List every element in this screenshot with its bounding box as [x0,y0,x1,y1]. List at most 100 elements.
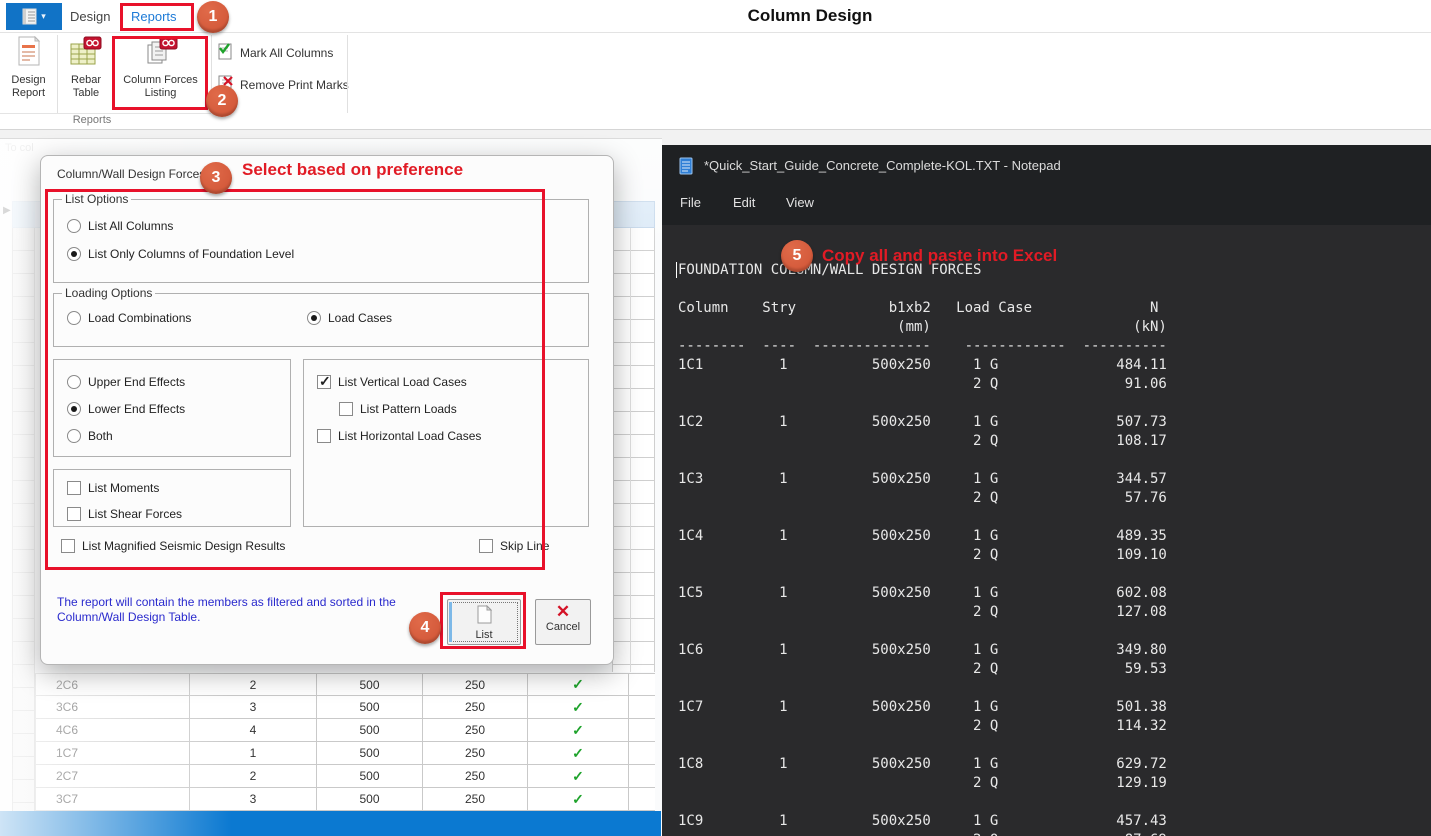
checkbox-list-magnified-seismic[interactable]: List Magnified Seismic Design Results [61,537,285,555]
cell-story: 1 [190,742,317,764]
table-row[interactable]: 3C6 3 500 250 ✓ [35,696,655,719]
notepad-titlebar[interactable]: *Quick_Start_Guide_Concrete_Complete-KOL… [662,145,1431,185]
rebar-table-icon [70,36,102,71]
menu-edit[interactable]: Edit [733,195,755,210]
menu-file[interactable]: File [680,195,701,210]
table-row[interactable]: 4C6 4 500 250 ✓ [35,719,655,742]
column-forces-listing-button[interactable]: Column Forces Listing [113,36,208,112]
design-report-button[interactable]: Design Report [2,36,55,112]
table-row[interactable]: 2C7 2 500 250 ✓ [35,765,655,788]
radio-load-cases[interactable]: Load Cases [307,309,392,327]
column-forces-listing-icon [144,36,178,71]
notepad-text-area[interactable]: FOUNDATION COLUMN/WALL DESIGN FORCESColu… [662,225,1431,836]
big-button-label: Column Forces Listing [113,74,208,100]
checkbox-icon [67,507,81,521]
cell-b1: 500 [317,742,423,764]
cell-story: 3 [190,696,317,718]
cell-status-check-icon: ✓ [528,788,629,810]
cell-status-check-icon: ✓ [528,742,629,764]
radio-both[interactable]: Both [67,427,113,445]
radio-load-combinations[interactable]: Load Combinations [67,309,191,327]
design-report-icon [16,36,42,71]
annotation-step-3: 3 [200,162,232,194]
mark-all-columns-button[interactable]: Mark All Columns [216,43,333,63]
screenshot-stage: ▾ Design Reports Column Design Design Re… [0,0,1431,836]
big-button-label: Rebar Table [61,74,111,100]
checkbox-list-pattern-loads[interactable]: List Pattern Loads [339,400,457,418]
notepad-text-line: 1C6 1 500x250 1 G 349.80 [678,641,1431,660]
checkbox-list-shear-forces[interactable]: List Shear Forces [67,505,182,523]
checkbox-icon [67,481,81,495]
menu-view[interactable]: View [786,195,814,210]
notepad-text-line: 2 Q 108.17 [678,432,1431,451]
notepad-text-line: 1C4 1 500x250 1 G 489.35 [678,527,1431,546]
app-menu-button[interactable]: ▾ [6,3,62,30]
cell-b1: 500 [317,788,423,810]
status-bar [0,811,661,836]
cell-status-check-icon: ✓ [528,674,629,695]
table-row[interactable]: 2C6 2 500 250 ✓ [35,673,655,696]
tab-design[interactable]: Design [70,7,110,27]
cell-empty [629,719,655,741]
button-label: Cancel [536,621,590,633]
radio-list-only-foundation-level[interactable]: List Only Columns of Foundation Level [67,245,294,263]
column-wall-design-forces-dialog: Column/Wall Design Forces List Options L… [40,155,614,665]
notepad-text-line: 2 Q 59.53 [678,660,1431,679]
checkbox-skip-line[interactable]: Skip Line [479,537,549,555]
notepad-text-line: 2 Q 127.08 [678,603,1431,622]
notepad-text-line: Column Stry b1xb2 Load Case N [678,299,1431,318]
notepad-title: *Quick_Start_Guide_Concrete_Complete-KOL… [704,158,1061,173]
checkbox-icon [61,539,75,553]
notepad-text-line: 1C5 1 500x250 1 G 602.08 [678,584,1431,603]
rebar-table-button[interactable]: Rebar Table [61,36,111,112]
radio-lower-end-effects[interactable]: Lower End Effects [67,400,185,418]
radio-selected-icon [67,247,81,261]
row-selector-arrow-icon: ▶ [3,205,11,216]
radio-list-all-columns[interactable]: List All Columns [67,217,173,235]
cell-b2: 250 [423,765,528,787]
radio-icon [67,311,81,325]
small-button-label: Mark All Columns [240,46,333,60]
cell-column-name: 3C6 [35,696,190,718]
annotation-step-5: 5 [781,240,813,272]
notepad-text-line [678,736,1431,755]
checkbox-list-moments[interactable]: List Moments [67,479,159,497]
tab-reports[interactable]: Reports [131,7,177,27]
notepad-text-line: 2 Q 109.10 [678,546,1431,565]
radio-upper-end-effects[interactable]: Upper End Effects [67,373,185,391]
notepad-text-line: 2 Q 91.06 [678,375,1431,394]
annotation-text-select: Select based on preference [242,160,463,180]
remove-print-marks-button[interactable]: Remove Print Marks [216,75,349,95]
cancel-button[interactable]: ✕ Cancel [535,599,591,645]
row-header-column [12,228,35,811]
list-button[interactable]: List [447,599,521,645]
table-row[interactable]: 1C7 1 500 250 ✓ [35,742,655,765]
notepad-text-line: 2 Q 87.69 [678,831,1431,836]
cell-status-check-icon: ✓ [528,696,629,718]
radio-selected-icon [67,402,81,416]
notepad-text-line [678,280,1431,299]
cell-status-check-icon: ✓ [528,765,629,787]
journal-icon [22,8,37,25]
cell-column-name: 2C7 [35,765,190,787]
checkbox-list-horizontal-load-cases[interactable]: List Horizontal Load Cases [317,427,481,445]
checkbox-icon [339,402,353,416]
page-title: Column Design [660,6,960,26]
notepad-text-line [678,508,1431,527]
table-row[interactable]: 3C7 3 500 250 ✓ [35,788,655,811]
notepad-menubar: File Edit View [662,185,1431,225]
cell-b2: 250 [423,719,528,741]
page-icon [448,605,520,629]
checkbox-icon [479,539,493,553]
selected-row-header-cell [13,202,35,227]
notepad-text-line [678,565,1431,584]
checkbox-checked-icon [317,375,331,389]
checkbox-list-vertical-load-cases[interactable]: List Vertical Load Cases [317,373,467,391]
text-cursor [676,262,677,278]
notepad-text-line: 1C7 1 500x250 1 G 501.38 [678,698,1431,717]
ribbon-group-label: Reports [57,114,127,126]
cell-empty [629,788,655,810]
notepad-text-line: 2 Q 57.76 [678,489,1431,508]
ribbon-separator [57,35,58,113]
cell-b1: 500 [317,719,423,741]
